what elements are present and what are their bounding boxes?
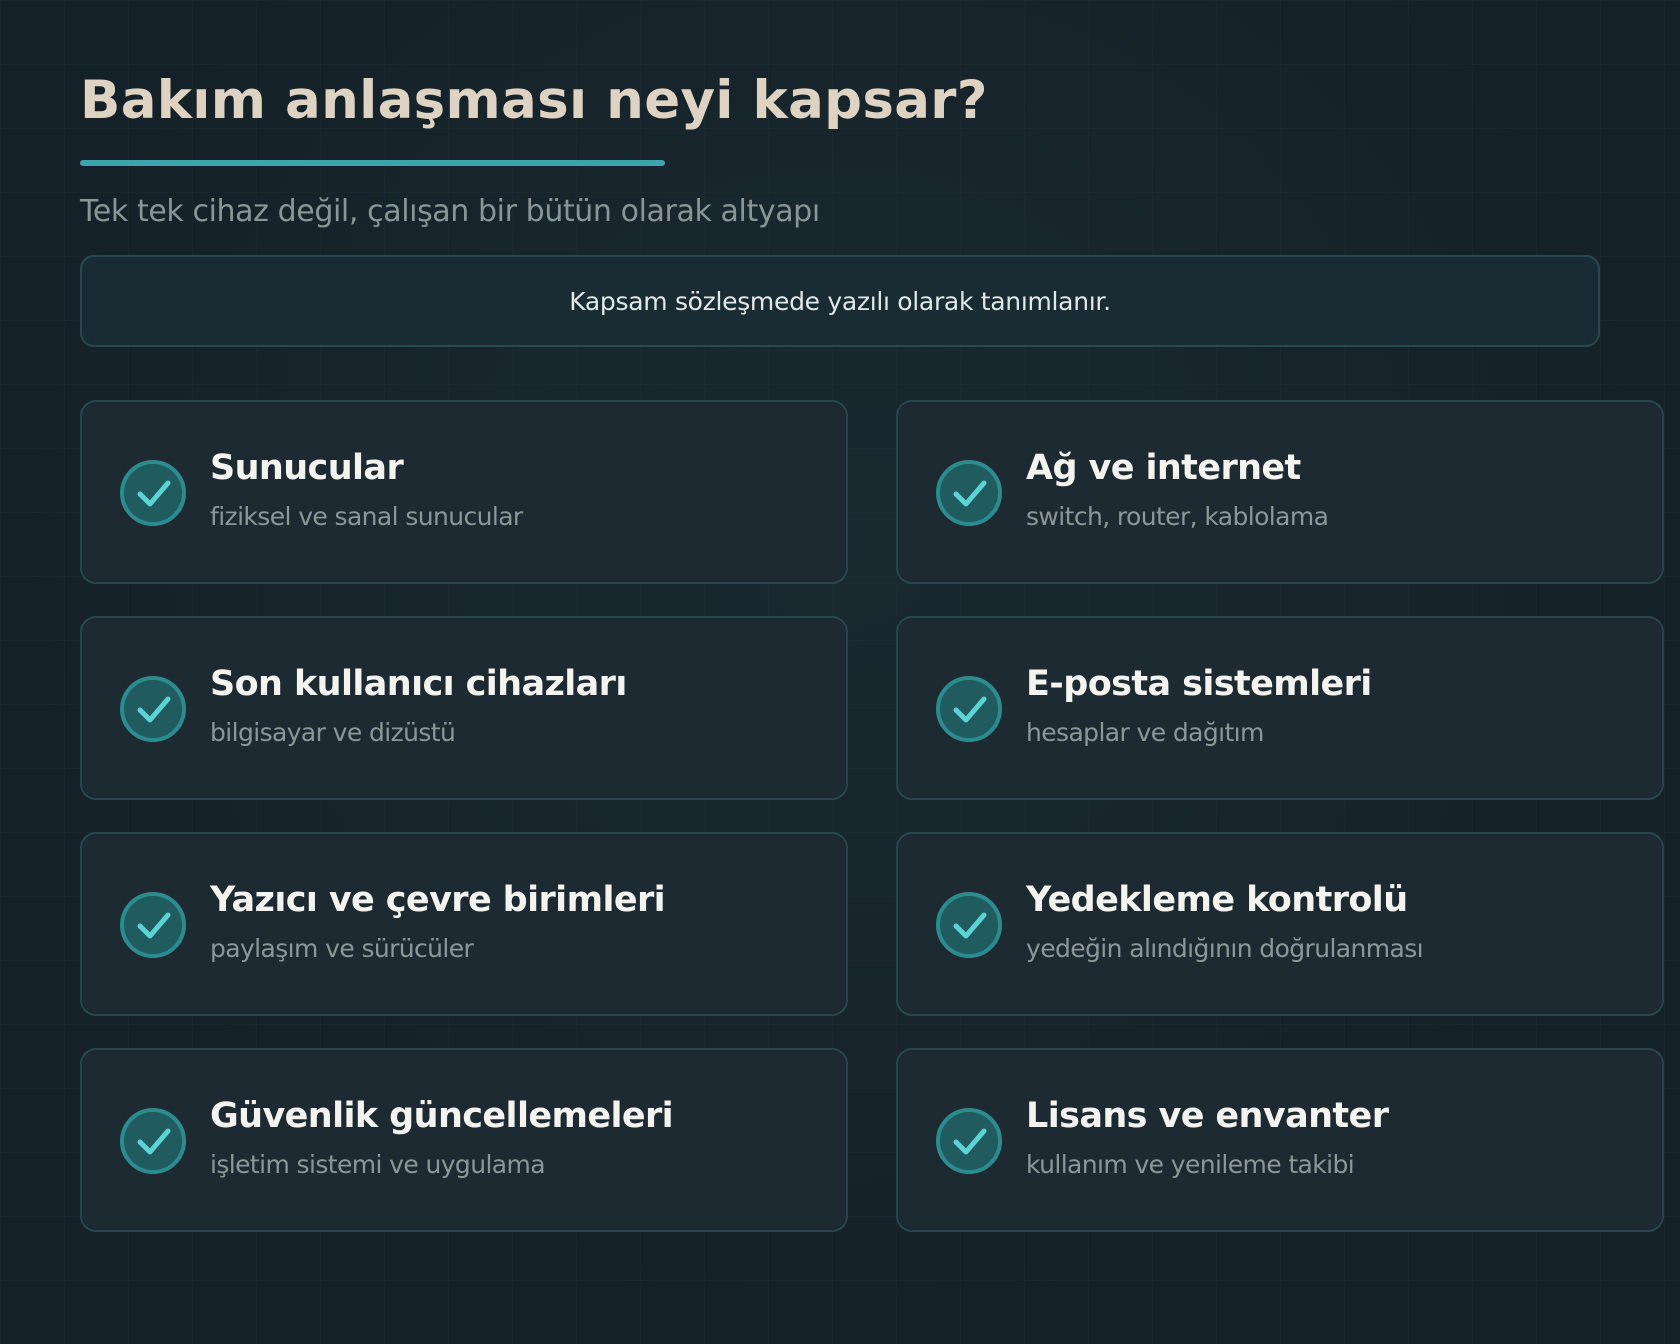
scope-notice-banner: Kapsam sözleşmede yazılı olarak tanımlan… [80,255,1600,347]
coverage-card-backup: Yedekleme kontrolü yedeğin alındığının d… [896,832,1664,1016]
coverage-slide: Bakım anlaşması neyi kapsar? Tek tek cih… [80,0,1666,1344]
scope-notice-text: Kapsam sözleşmede yazılı olarak tanımlan… [569,286,1111,316]
check-circle-icon [120,1108,186,1174]
coverage-card-subtitle: hesaplar ve dağıtım [1026,718,1264,747]
title-underline [80,160,665,166]
check-circle-icon [936,460,1002,526]
coverage-card-subtitle: switch, router, kablolama [1026,502,1329,531]
check-circle-icon [120,676,186,742]
check-circle-icon [120,460,186,526]
coverage-card-title: E-posta sistemleri [1026,664,1372,704]
coverage-card-licenses: Lisans ve envanter kullanım ve yenileme … [896,1048,1664,1232]
coverage-card-title: Ağ ve internet [1026,448,1301,488]
coverage-card-title: Güvenlik güncellemeleri [210,1096,674,1136]
page-title: Bakım anlaşması neyi kapsar? [80,70,988,131]
coverage-card-subtitle: fiziksel ve sanal sunucular [210,502,523,531]
coverage-card-subtitle: yedeğin alındığının doğrulanması [1026,934,1424,963]
coverage-card-servers: Sunucular fiziksel ve sanal sunucular [80,400,848,584]
check-circle-icon [120,892,186,958]
coverage-card-title: Yedekleme kontrolü [1026,880,1408,920]
page-subtitle: Tek tek cihaz değil, çalışan bir bütün o… [80,194,820,229]
check-circle-icon [936,676,1002,742]
coverage-card-end-user-devices: Son kullanıcı cihazları bilgisayar ve di… [80,616,848,800]
coverage-card-email: E-posta sistemleri hesaplar ve dağıtım [896,616,1664,800]
coverage-card-title: Son kullanıcı cihazları [210,664,627,704]
coverage-card-title: Sunucular [210,448,404,488]
coverage-card-security-updates: Güvenlik güncellemeleri işletim sistemi … [80,1048,848,1232]
coverage-card-title: Yazıcı ve çevre birimleri [210,880,666,920]
coverage-card-subtitle: işletim sistemi ve uygulama [210,1150,546,1179]
coverage-card-network: Ağ ve internet switch, router, kablolama [896,400,1664,584]
coverage-card-printers: Yazıcı ve çevre birimleri paylaşım ve sü… [80,832,848,1016]
check-circle-icon [936,892,1002,958]
check-circle-icon [936,1108,1002,1174]
coverage-card-subtitle: kullanım ve yenileme takibi [1026,1150,1355,1179]
coverage-card-subtitle: paylaşım ve sürücüler [210,934,474,963]
coverage-card-subtitle: bilgisayar ve dizüstü [210,718,456,747]
coverage-card-title: Lisans ve envanter [1026,1096,1389,1136]
